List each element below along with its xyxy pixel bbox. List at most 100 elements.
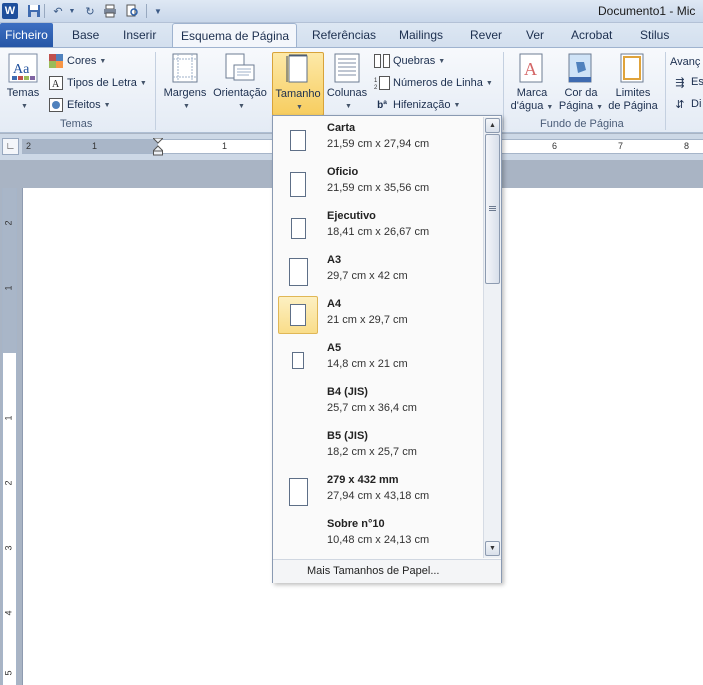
paper-icon — [278, 342, 318, 378]
print-icon[interactable] — [102, 3, 118, 19]
paper-icon — [278, 296, 318, 334]
ruler-margin-top — [3, 188, 16, 353]
page-size-name: Oficio — [327, 166, 359, 178]
page-size-scrollbar[interactable]: ▲ ▼ — [483, 117, 501, 558]
page-size-dims: 29,7 cm x 42 cm — [327, 270, 408, 282]
cores-label: Cores — [67, 55, 97, 67]
page-size-name: A5 — [327, 342, 342, 354]
page-size-item-ejecutivo[interactable]: Ejecutivo 18,41 cm x 26,67 cm — [274, 206, 482, 250]
page-size-dims: 18,41 cm x 26,67 cm — [327, 226, 430, 238]
chevron-down-icon: ▼ — [485, 79, 493, 87]
page-size-item-279x432[interactable]: 279 x 432 mm 27,94 cm x 43,18 cm — [274, 470, 482, 514]
page-size-dims: 14,8 cm x 21 cm — [327, 358, 408, 370]
tab-mailings[interactable]: Mailings — [391, 23, 451, 47]
tab-base[interactable]: Base — [64, 23, 107, 47]
tab-referencias[interactable]: Referências — [304, 23, 384, 47]
page-size-item-carta[interactable]: Carta 21,59 cm x 27,94 cm — [274, 118, 482, 162]
more-paper-sizes-link[interactable]: Mais Tamanhos de Papel... — [307, 565, 439, 577]
limites-de-pagina-button[interactable]: Limites de Página — [606, 52, 660, 116]
chevron-down-icon: ▼ — [99, 57, 107, 65]
customize-toolbar-icon[interactable]: ▼ — [150, 3, 166, 19]
themes-icon: Aa — [8, 52, 38, 84]
ruler-margin-left — [22, 140, 158, 153]
page-size-menu: Carta 21,59 cm x 27,94 cm Oficio 21,59 c… — [272, 115, 502, 583]
cor-da-pagina-button[interactable]: Cor da Página ▼ — [558, 52, 604, 116]
ruler-label: 3 — [3, 545, 14, 551]
colors-icon — [48, 53, 64, 69]
avancado-item-2[interactable]: ⇵ Di — [672, 94, 701, 114]
scroll-down-icon[interactable]: ▼ — [485, 541, 500, 556]
page-size-list: Carta 21,59 cm x 27,94 cm Oficio 21,59 c… — [273, 116, 483, 559]
columns-icon — [332, 52, 362, 84]
qa-separator — [146, 4, 147, 18]
tab-ficheiro[interactable]: Ficheiro — [0, 23, 53, 47]
cores-button[interactable]: Cores ▼ — [48, 51, 106, 71]
page-size-dims: 21 cm x 29,7 cm — [327, 314, 408, 326]
indent-marker-icon[interactable] — [151, 137, 165, 156]
tab-rever[interactable]: Rever — [462, 23, 510, 47]
temas-button[interactable]: Aa Temas ▼ — [4, 52, 42, 116]
colunas-button[interactable]: Colunas ▼ — [325, 52, 369, 116]
svg-text:A: A — [524, 59, 537, 79]
paper-icon — [278, 166, 318, 202]
paper-icon — [278, 254, 318, 290]
tab-inserir[interactable]: Inserir — [115, 23, 164, 47]
grip-line — [489, 208, 496, 209]
tab-selector-button[interactable]: ∟ — [2, 138, 19, 155]
chevron-down-icon: ▼ — [183, 103, 190, 110]
page-size-item-oficio[interactable]: Oficio 21,59 cm x 35,56 cm — [274, 162, 482, 206]
margins-icon — [170, 52, 200, 84]
ruler-label: 2 — [3, 480, 14, 486]
ribbon-tabs: Ficheiro Base Inserir Esquema de Página … — [0, 23, 703, 48]
word-logo-icon[interactable]: W — [2, 3, 18, 19]
efeitos-button[interactable]: Efeitos ▼ — [48, 95, 111, 115]
group-separator — [503, 52, 504, 130]
page-size-item-b5-jis[interactable]: B5 (JIS) 18,2 cm x 25,7 cm — [274, 426, 482, 470]
print-preview-icon[interactable] — [124, 3, 140, 19]
page-size-name: Sobre n°10 — [327, 518, 385, 530]
avancado-label: Avanç — [670, 56, 701, 68]
avancado-item-1-label: Es — [691, 76, 703, 88]
ruler-label: 1 — [3, 285, 14, 291]
tab-acrobat[interactable]: Acrobat — [563, 23, 620, 47]
tipos-de-letra-button[interactable]: A Tipos de Letra ▼ — [48, 73, 147, 93]
vertical-ruler[interactable]: 2 1 1 2 3 4 5 — [2, 188, 17, 685]
undo-dropdown-icon[interactable]: ▼ — [64, 3, 80, 19]
quebras-button[interactable]: Quebras ▼ — [374, 51, 445, 71]
margens-button[interactable]: Margens ▼ — [162, 52, 208, 116]
scrollbar-thumb[interactable] — [485, 134, 500, 284]
ruler-label: 1 — [92, 141, 98, 151]
ruler-label: 5 — [3, 670, 14, 676]
scroll-up-icon[interactable]: ▲ — [485, 118, 500, 133]
page-size-item-b4-jis[interactable]: B4 (JIS) 25,7 cm x 36,4 cm — [274, 382, 482, 426]
page-size-item-a5[interactable]: A5 14,8 cm x 21 cm — [274, 338, 482, 382]
tamanho-button[interactable]: Tamanho ▼ — [272, 52, 324, 116]
page-size-item-a4[interactable]: A4 21 cm x 29,7 cm — [274, 294, 482, 338]
hifenizacao-label: Hifenização — [393, 99, 451, 111]
orientacao-button[interactable]: Orientação ▼ — [210, 52, 270, 116]
breaks-icon — [374, 53, 390, 69]
page-size-icon — [283, 53, 313, 85]
tab-ver[interactable]: Ver — [518, 23, 552, 47]
chevron-down-icon: ▼ — [453, 101, 461, 109]
limites-label-2: de Página — [608, 100, 658, 112]
page-size-item-sobre-n10[interactable]: Sobre n°10 10,48 cm x 24,13 cm — [274, 514, 482, 558]
numeros-de-linha-button[interactable]: 12 Números de Linha ▼ — [374, 73, 493, 93]
hifenizacao-button[interactable]: bª Hifenização ▼ — [374, 95, 460, 115]
avancado-item-1[interactable]: ⇶ Es — [672, 72, 703, 92]
save-icon[interactable] — [26, 3, 42, 19]
tab-stilus[interactable]: Stilus — [632, 23, 677, 47]
avancado-item-2-label: Di — [691, 98, 702, 110]
redo-icon[interactable]: ↻ — [82, 3, 98, 19]
page-size-dims: 21,59 cm x 27,94 cm — [327, 138, 430, 150]
tab-esquema-de-pagina[interactable]: Esquema de Página — [172, 23, 297, 48]
svg-text:1: 1 — [374, 78, 378, 84]
fonts-icon: A — [48, 75, 64, 91]
page-size-item-a3[interactable]: A3 29,7 cm x 42 cm — [274, 250, 482, 294]
group-separator — [665, 52, 666, 130]
page-size-name: A3 — [327, 254, 342, 266]
hyphenation-icon: bª — [377, 99, 387, 111]
marca-dagua-button[interactable]: A Marca d'água ▼ — [508, 52, 556, 116]
chevron-down-icon: ▼ — [103, 101, 111, 109]
page-size-name: B5 (JIS) — [327, 430, 368, 442]
